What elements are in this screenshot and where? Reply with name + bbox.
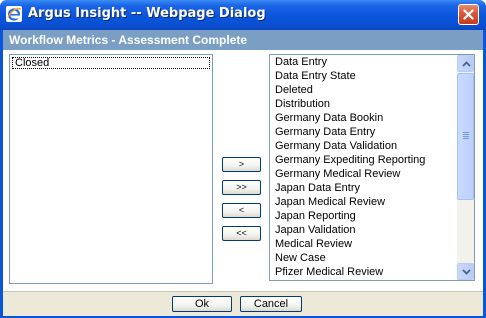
section-title: Workflow Metrics - Assessment Complete xyxy=(9,33,248,47)
dialog-footer: Ok Cancel xyxy=(3,291,483,316)
remove-all-button[interactable]: << xyxy=(222,226,261,241)
list-item[interactable]: Japan Validation xyxy=(270,223,456,237)
selected-list-item[interactable]: Closed xyxy=(12,57,210,69)
list-item[interactable]: Japan Reporting xyxy=(270,209,456,223)
list-item[interactable]: Data Entry xyxy=(270,55,456,69)
scroll-down-button[interactable] xyxy=(457,263,474,280)
list-item[interactable]: Data Entry State xyxy=(270,69,456,83)
add-all-button[interactable]: >> xyxy=(222,180,261,195)
close-button[interactable] xyxy=(458,4,479,25)
list-item[interactable]: Germany Data Bookin xyxy=(270,111,456,125)
scroll-up-button[interactable] xyxy=(457,55,474,72)
add-button[interactable]: > xyxy=(222,157,261,172)
list-item[interactable]: Germany Data Validation xyxy=(270,139,456,153)
cancel-button[interactable]: Cancel xyxy=(240,296,302,312)
list-item[interactable]: Pfizer Medical Review xyxy=(270,265,456,279)
ie-icon xyxy=(6,6,22,22)
title-bar[interactable]: Argus Insight -- Webpage Dialog xyxy=(0,0,486,30)
close-icon xyxy=(463,9,474,20)
window-title: Argus Insight -- Webpage Dialog xyxy=(28,6,266,21)
dialog-window: Argus Insight -- Webpage Dialog Workflow… xyxy=(0,0,486,318)
list-item[interactable]: Germany Data Entry xyxy=(270,125,456,139)
remove-button[interactable]: < xyxy=(222,203,261,218)
arrow-down-icon xyxy=(462,269,471,275)
list-item[interactable]: Germany Medical Review xyxy=(270,167,456,181)
ok-button[interactable]: Ok xyxy=(172,296,232,312)
scrollbar-thumb[interactable] xyxy=(457,73,474,200)
list-item[interactable]: Deleted xyxy=(270,83,456,97)
list-item[interactable]: Distribution xyxy=(270,97,456,111)
list-item[interactable]: New Case xyxy=(270,251,456,265)
selection-panel: Closed > >> < << Data Entry Data Entry S… xyxy=(3,50,483,291)
available-listbox[interactable]: Data Entry Data Entry State Deleted Dist… xyxy=(269,54,475,281)
section-header: Workflow Metrics - Assessment Complete xyxy=(3,30,483,50)
list-item[interactable]: Germany Expediting Reporting xyxy=(270,153,456,167)
selected-listbox[interactable]: Closed xyxy=(9,54,213,284)
arrow-up-icon xyxy=(462,61,471,67)
list-item[interactable]: Medical Review xyxy=(270,237,456,251)
list-item[interactable]: Japan Medical Review xyxy=(270,195,456,209)
list-item[interactable]: Japan Data Entry xyxy=(270,181,456,195)
grip-icon xyxy=(463,132,469,140)
vertical-scrollbar[interactable] xyxy=(457,55,474,280)
dialog-body: Workflow Metrics - Assessment Complete C… xyxy=(3,30,483,316)
